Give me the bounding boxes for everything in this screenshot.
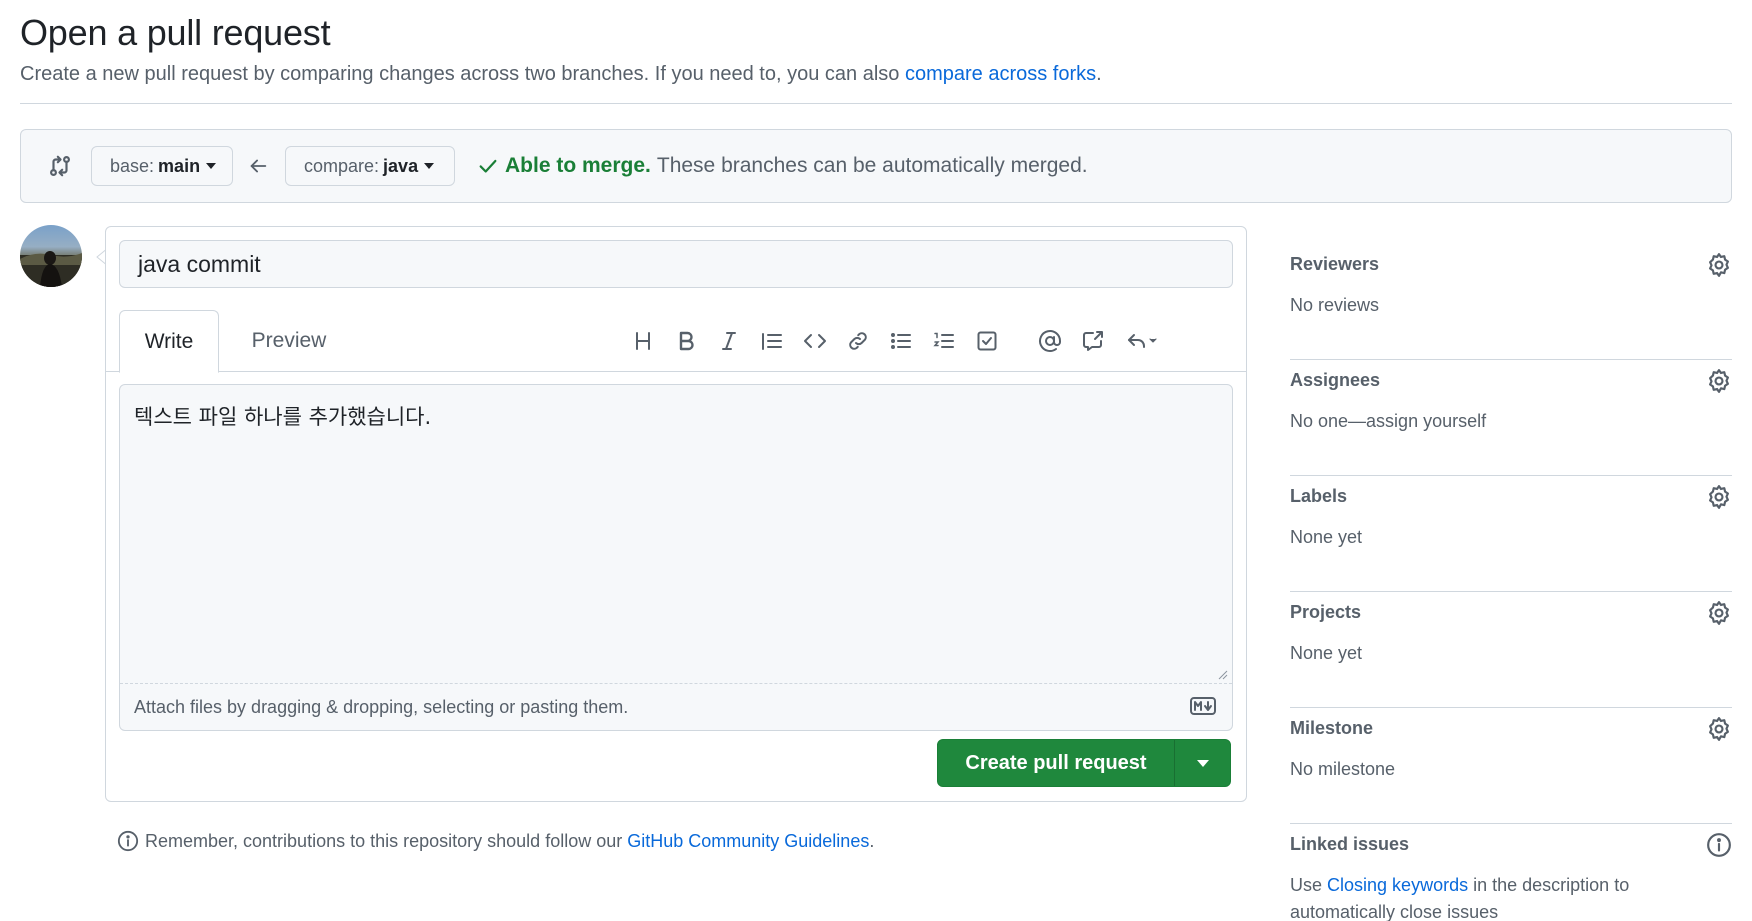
linked-issues-pre: Use [1290, 875, 1323, 895]
info-icon [117, 830, 139, 852]
subtitle-end: . [1096, 63, 1102, 85]
guidelines-note: Remember, contributions to this reposito… [117, 830, 874, 852]
tab-write[interactable]: Write [119, 310, 219, 373]
markdown-icon[interactable] [1190, 697, 1216, 715]
milestone-heading[interactable]: Milestone [1290, 718, 1373, 739]
comment-body-text: 텍스트 파일 하나를 추가했습니다. [134, 405, 432, 429]
bulleted-list-icon [891, 333, 911, 349]
compare-bar: base: main compare: java Able to merge. … [20, 129, 1732, 203]
bold-button[interactable] [669, 324, 703, 358]
numbered-list-icon [933, 332, 954, 348]
tab-preview[interactable]: Preview [234, 310, 344, 372]
gear-icon[interactable] [1706, 368, 1732, 394]
assignees-heading[interactable]: Assignees [1290, 370, 1380, 391]
quote-icon [762, 333, 782, 350]
sidebar-assignees: Assignees No one—assign yourself [1290, 360, 1732, 476]
bulleted-list-button[interactable] [884, 324, 918, 358]
resize-handle-icon[interactable] [1216, 668, 1228, 680]
reviewers-value: No reviews [1290, 295, 1380, 315]
linked-issues-heading: Linked issues [1290, 834, 1410, 854]
gear-icon[interactable] [1706, 600, 1732, 626]
avatar-image [20, 251, 82, 287]
task-list-button[interactable] [970, 324, 1004, 358]
check-icon [479, 159, 497, 173]
merge-status: Able to merge. These branches can be aut… [477, 154, 1088, 178]
git-compare-icon [50, 155, 70, 177]
milestone-value: No milestone [1290, 759, 1396, 779]
compare-branch-select[interactable]: compare: java [285, 146, 455, 186]
compare-label: compare: [304, 155, 380, 176]
labels-heading[interactable]: Labels [1290, 486, 1347, 507]
attach-files-bar[interactable]: Attach files by dragging & dropping, sel… [120, 683, 1232, 730]
title-input[interactable]: java commit [119, 240, 1233, 288]
base-label: base: [110, 155, 155, 176]
page-subtitle: Create a new pull request by comparing c… [20, 63, 1102, 86]
italic-icon [722, 332, 736, 350]
merge-ok-label: Able to merge. [505, 154, 651, 177]
closing-keywords-link[interactable]: Closing keywords [1327, 875, 1468, 895]
base-branch-name: main [158, 155, 201, 176]
heading-button[interactable] [626, 324, 660, 358]
mention-button[interactable] [1033, 324, 1067, 358]
sidebar-reviewers: Reviewers No reviews [1290, 244, 1732, 360]
page-title: Open a pull request [20, 12, 331, 53]
code-icon [804, 334, 826, 348]
gear-icon[interactable] [1706, 484, 1732, 510]
code-button[interactable] [798, 324, 832, 358]
base-branch-select[interactable]: base: main [91, 146, 233, 186]
assignees-value[interactable]: No one—assign yourself [1290, 408, 1486, 435]
projects-heading[interactable]: Projects [1290, 602, 1361, 623]
gear-icon[interactable] [1706, 252, 1732, 278]
sidebar-linked-issues: Linked issues Use Closing keywords in th… [1290, 824, 1732, 921]
mention-icon [1039, 330, 1061, 352]
reviewers-heading[interactable]: Reviewers [1290, 254, 1379, 275]
create-pull-request-label: Create pull request [965, 751, 1147, 774]
numbered-list-button[interactable] [927, 324, 961, 358]
editor-tabs: Write Preview [106, 310, 1246, 373]
chevron-down-icon [1196, 759, 1209, 767]
compare-branch-name: java [383, 155, 419, 176]
subtitle-text: Create a new pull request by comparing c… [20, 63, 900, 85]
guidelines-end: . [869, 830, 875, 851]
heading-icon [636, 332, 650, 350]
create-options-dropdown[interactable] [1175, 759, 1230, 767]
italic-button[interactable] [712, 324, 746, 358]
reply-icon [1128, 334, 1157, 348]
task-list-icon [977, 331, 997, 351]
compare-across-forks-link[interactable]: compare across forks [905, 63, 1096, 85]
guidelines-text: Remember, contributions to this reposito… [145, 830, 623, 851]
labels-value: None yet [1290, 527, 1363, 547]
gear-icon[interactable] [1706, 716, 1732, 742]
sidebar-projects: Projects None yet [1290, 592, 1732, 708]
info-icon[interactable] [1706, 832, 1732, 858]
projects-value: None yet [1290, 643, 1363, 663]
merge-description: These branches can be automatically merg… [656, 154, 1088, 177]
sidebar-labels: Labels None yet [1290, 476, 1732, 592]
link-icon [849, 332, 867, 350]
community-guidelines-link[interactable]: GitHub Community Guidelines [627, 831, 869, 852]
reply-button[interactable] [1119, 324, 1165, 358]
header-divider [20, 103, 1732, 104]
cross-reference-button[interactable] [1076, 324, 1110, 358]
cross-reference-icon [1083, 331, 1103, 351]
chevron-down-icon [206, 163, 217, 169]
link-button[interactable] [841, 324, 875, 358]
arrow-left-icon [250, 159, 267, 173]
comment-body-textarea[interactable]: 텍스트 파일 하나를 추가했습니다. Attach files by dragg… [119, 384, 1233, 731]
chevron-down-icon [424, 163, 435, 169]
bold-icon [679, 331, 694, 351]
attach-files-text: Attach files by dragging & dropping, sel… [134, 696, 629, 717]
pull-request-form: java commit Write Preview 텍스트 파일 하나를 추가했… [105, 226, 1247, 802]
linked-issues-value: Use Closing keywords in the description … [1290, 872, 1732, 921]
quote-button[interactable] [755, 324, 789, 358]
create-pull-request-button[interactable]: Create pull request [937, 739, 1231, 787]
sidebar: Reviewers No reviews Assignees No one—as… [1290, 244, 1732, 921]
sidebar-milestone: Milestone No milestone [1290, 708, 1732, 824]
avatar[interactable] [20, 225, 82, 287]
